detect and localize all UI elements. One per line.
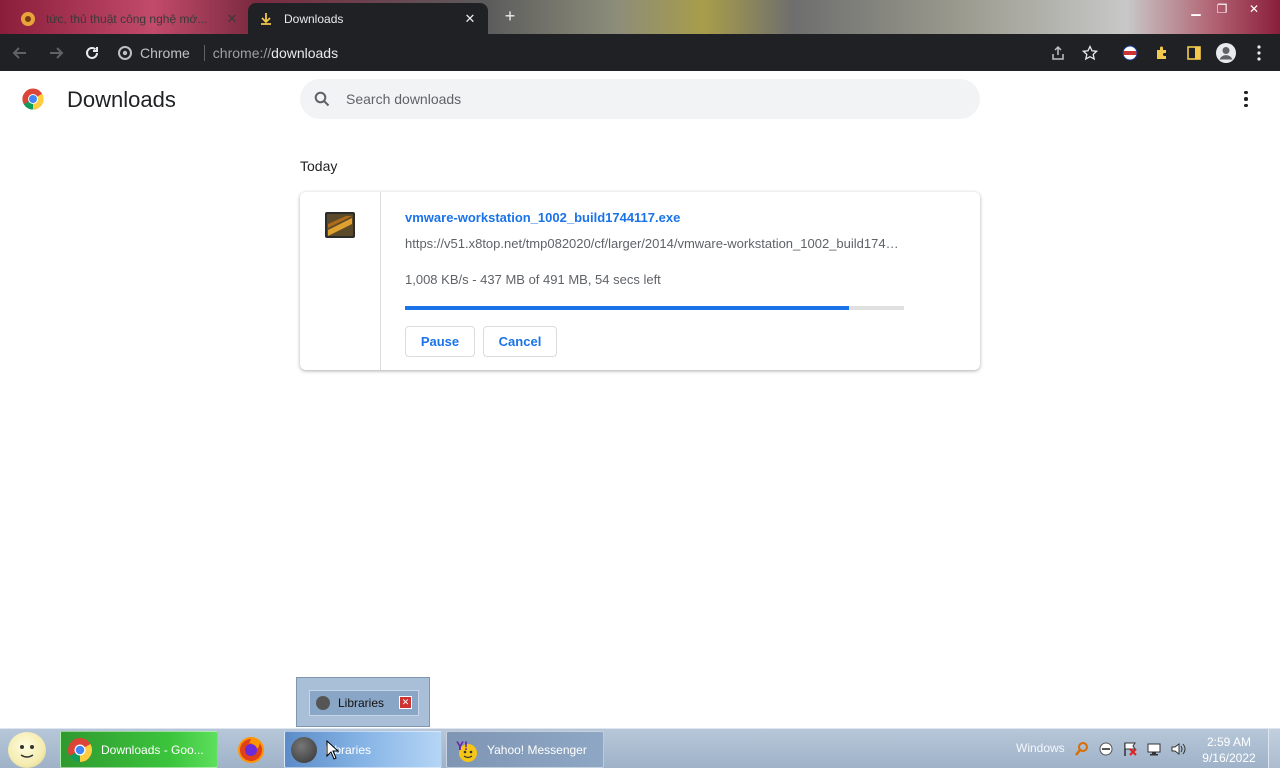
start-button[interactable] xyxy=(8,732,46,768)
flag-extension-icon xyxy=(1122,45,1138,60)
search-tray-icon[interactable] xyxy=(1074,741,1090,757)
download-favicon-icon xyxy=(258,11,274,27)
minimize-button[interactable]: ▁ xyxy=(1182,0,1210,18)
taskbar-thumbnail-popup: Libraries ✕ xyxy=(296,677,430,727)
taskbar-item-firefox[interactable] xyxy=(224,731,278,768)
forward-arrow-icon xyxy=(50,46,64,59)
downloads-header: Downloads xyxy=(0,71,1280,127)
clock-time: 2:59 AM xyxy=(1206,735,1252,749)
close-icon[interactable]: ✕ xyxy=(462,11,478,27)
star-icon xyxy=(1082,44,1098,60)
taskbar-item-libraries[interactable]: Libraries xyxy=(284,731,442,768)
thumbnail-close-button[interactable]: ✕ xyxy=(399,696,412,709)
browser-menu-button[interactable] xyxy=(1244,34,1274,71)
show-desktop-button[interactable] xyxy=(1268,729,1280,768)
omnibox-divider xyxy=(203,44,205,61)
vmware-file-icon xyxy=(325,212,355,238)
window-close-button[interactable]: ✕ xyxy=(1240,0,1268,18)
taskbar-item-chrome[interactable]: Downloads - Goo... xyxy=(60,731,218,768)
tab-inactive[interactable]: tức, thủ thuật công nghệ mớ... ✕ xyxy=(10,3,250,34)
chrome-chip-icon xyxy=(118,45,132,60)
new-tab-button[interactable]: + xyxy=(500,6,520,26)
download-progress-fill xyxy=(405,306,850,310)
volume-tray-icon[interactable] xyxy=(1170,741,1186,757)
file-icon-column xyxy=(300,192,381,370)
reload-button[interactable] xyxy=(76,37,108,69)
tab-downloads[interactable]: Downloads ✕ xyxy=(248,3,488,34)
restore-button[interactable]: ❐ xyxy=(1208,0,1236,18)
taskbar-item-label: Yahoo! Messenger xyxy=(487,742,587,757)
file-name-link[interactable]: vmware-workstation_1002_build1744117.exe xyxy=(405,210,680,225)
site-favicon-icon xyxy=(20,11,36,27)
system-clock[interactable]: 2:59 AM 9/16/2022 xyxy=(1194,734,1264,766)
search-icon xyxy=(314,91,330,107)
share-icon xyxy=(1052,45,1064,60)
tab-strip: tức, thủ thuật công nghệ mớ... ✕ Downloa… xyxy=(0,0,1280,34)
page-title: Downloads xyxy=(67,87,176,112)
browser-toolbar: Chrome chrome://downloads xyxy=(0,34,1280,71)
url-path: downloads xyxy=(271,44,339,61)
more-actions-button[interactable] xyxy=(1236,89,1256,109)
avatar-icon xyxy=(1216,42,1236,63)
date-heading: Today xyxy=(300,158,338,174)
search-input[interactable] xyxy=(346,91,906,107)
language-tray-icon[interactable] xyxy=(1098,741,1114,757)
address-bar[interactable]: Chrome chrome://downloads xyxy=(110,38,1110,67)
reload-icon xyxy=(86,46,98,59)
tray-toolbar-label: Windows xyxy=(1016,741,1065,755)
mouse-cursor-icon xyxy=(326,740,340,760)
cancel-button[interactable]: Cancel xyxy=(483,326,557,357)
side-panel-button[interactable] xyxy=(1179,34,1209,71)
download-item: vmware-workstation_1002_build1744117.exe… xyxy=(300,192,980,370)
source-url[interactable]: https://v51.x8top.net/tmp082020/cf/large… xyxy=(405,236,905,251)
tab-title: tức, thủ thuật công nghệ mớ... xyxy=(46,11,208,26)
download-progress-bar xyxy=(405,306,904,310)
forward-button[interactable] xyxy=(40,37,72,69)
profile-button[interactable] xyxy=(1211,34,1241,71)
bookmark-button[interactable] xyxy=(1075,34,1105,71)
thumbnail-label: Libraries xyxy=(338,696,385,710)
pause-button[interactable]: Pause xyxy=(405,326,475,357)
svg-text:Y!: Y! xyxy=(456,739,468,753)
chrome-logo-icon xyxy=(22,88,44,110)
extensions-button[interactable] xyxy=(1147,34,1177,71)
chip-label: Chrome xyxy=(140,44,190,61)
start-orb-icon xyxy=(20,745,34,758)
firefox-icon xyxy=(238,736,264,763)
taskbar-item-yahoo-messenger[interactable]: Y! Yahoo! Messenger xyxy=(446,731,604,768)
clock-date: 9/16/2022 xyxy=(1202,751,1256,765)
back-arrow-icon xyxy=(12,46,26,59)
url-scheme: chrome:// xyxy=(212,44,272,61)
thumbnail-libraries[interactable]: Libraries ✕ xyxy=(309,690,419,716)
libraries-icon xyxy=(291,736,317,763)
network-tray-icon[interactable] xyxy=(1146,741,1162,757)
puzzle-icon xyxy=(1157,46,1166,59)
libraries-icon xyxy=(316,696,330,710)
tab-title: Downloads xyxy=(284,11,344,26)
yahoo-messenger-icon: Y! xyxy=(456,739,477,762)
close-icon[interactable]: ✕ xyxy=(224,11,240,27)
vertical-dots-icon xyxy=(1257,44,1261,61)
side-panel-icon xyxy=(1187,45,1201,60)
search-box[interactable] xyxy=(300,79,980,119)
extension-flag-button[interactable] xyxy=(1115,34,1145,71)
back-button[interactable] xyxy=(4,37,36,69)
download-status: 1,008 KB/s - 437 MB of 491 MB, 54 secs l… xyxy=(405,272,661,287)
site-chip[interactable]: Chrome xyxy=(110,45,198,61)
taskbar: Downloads - Goo... Libraries Y! Yahoo! M… xyxy=(0,728,1280,768)
taskbar-item-label: Downloads - Goo... xyxy=(101,742,204,757)
action-center-flag-icon[interactable] xyxy=(1122,741,1138,757)
chrome-icon xyxy=(68,737,93,762)
share-button[interactable] xyxy=(1043,34,1073,71)
